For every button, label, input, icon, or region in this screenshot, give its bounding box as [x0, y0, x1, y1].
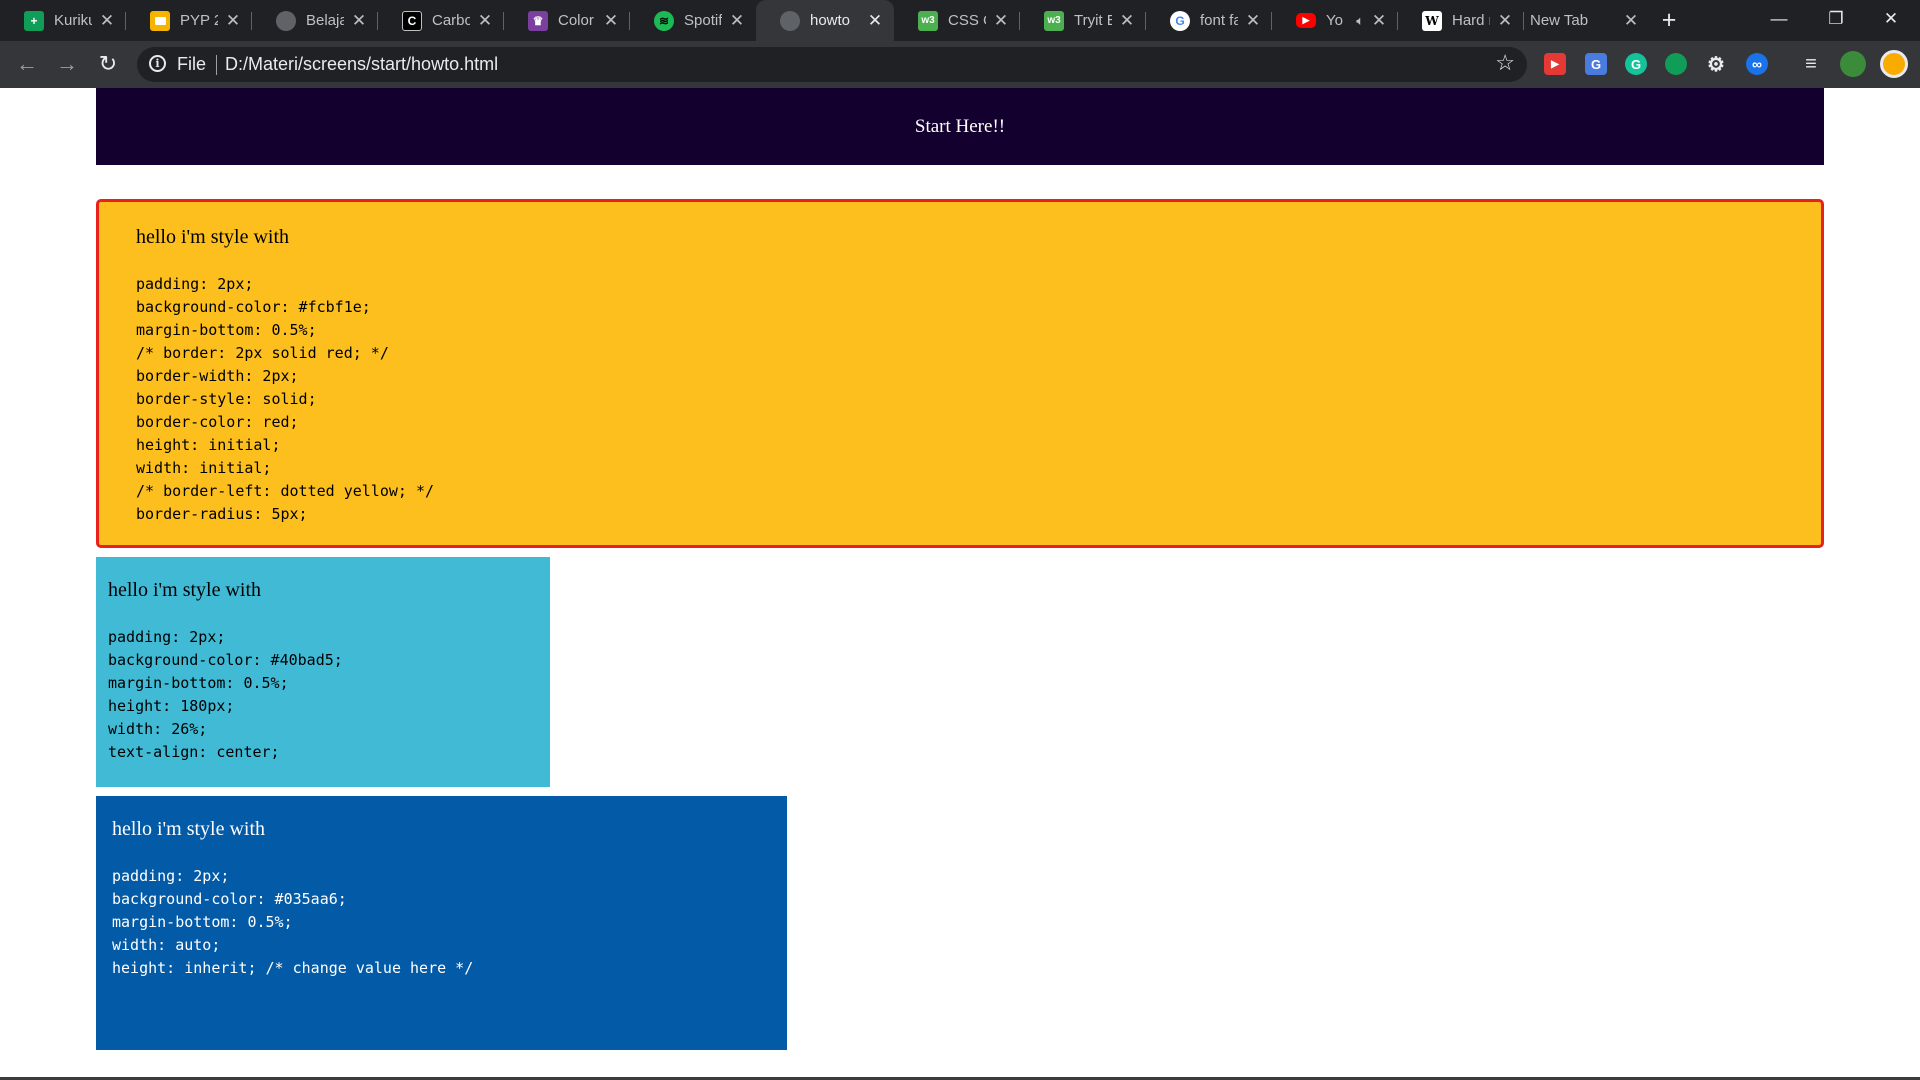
bookmark-star-icon[interactable]: ☆	[1495, 50, 1515, 76]
close-icon[interactable]: ✕	[1622, 11, 1640, 31]
frog-avatar-icon[interactable]	[1840, 51, 1866, 77]
page-header: Start Here!!	[96, 88, 1824, 165]
tab-title: Yo	[1326, 12, 1343, 29]
minimize-button[interactable]: —	[1750, 0, 1808, 41]
address-separator	[216, 55, 217, 75]
w3schools-icon: w3	[918, 10, 938, 31]
globe-icon	[276, 10, 296, 31]
tab-title: Spotify	[684, 12, 722, 29]
tab[interactable]: ≋ Spotify ✕	[630, 0, 756, 41]
scheme-label: File	[177, 54, 207, 74]
info-icon[interactable]: i	[149, 55, 166, 72]
address-bar[interactable]: i File D:/Materi/screens/start/howto.htm…	[137, 47, 1527, 82]
close-icon[interactable]: ✕	[98, 11, 116, 31]
close-icon[interactable]: ✕	[602, 11, 620, 31]
box-code: padding: 2px; background-color: #035aa6;…	[112, 867, 474, 977]
close-icon[interactable]: ✕	[476, 11, 494, 31]
new-tab-button[interactable]: +	[1655, 5, 1683, 35]
tab[interactable]: ▶ Yo 🔈︎ ✕	[1272, 0, 1398, 41]
tab[interactable]: New Tab ✕	[1524, 0, 1650, 41]
tab[interactable]: w3 Tryit Ec ✕	[1020, 0, 1146, 41]
slides-icon-inner	[154, 16, 166, 25]
close-icon[interactable]: ✕	[728, 11, 746, 31]
window-close-button[interactable]: ✕	[1862, 0, 1920, 41]
color-hunt-icon: ♛	[528, 10, 548, 31]
header-title: Start Here!!	[914, 115, 1006, 137]
slides-icon	[150, 10, 170, 31]
close-icon[interactable]: ✕	[866, 11, 884, 31]
tab-title: Tryit Ec	[1074, 12, 1112, 29]
close-icon[interactable]: ✕	[992, 11, 1010, 31]
restore-button[interactable]: ❐	[1807, 0, 1865, 41]
styled-box-blue: hello i'm style with padding: 2px; backg…	[96, 796, 787, 1050]
close-icon[interactable]: ✕	[350, 11, 368, 31]
close-icon[interactable]: ✕	[1118, 11, 1136, 31]
tab-strip: + Kurikul ✕ PYP 20 ✕ Belajar ✕ C Carbon …	[0, 0, 1920, 41]
tab-title: howto	[810, 12, 851, 29]
tab[interactable]: G font fa ✕	[1146, 0, 1272, 41]
box-code: padding: 2px; background-color: #fcbf1e;…	[136, 275, 435, 523]
tab-title: Hard n	[1452, 12, 1490, 29]
reload-button[interactable]: ↻	[93, 49, 123, 79]
styled-box-cyan: hello i'm style with padding: 2px; backg…	[96, 557, 550, 787]
ext-infinity-icon[interactable]: ∞	[1746, 53, 1768, 75]
browser-toolbar: ← → ↻ i File D:/Materi/screens/start/how…	[0, 41, 1920, 88]
tab-title: font fa	[1200, 12, 1238, 29]
speaker-icon[interactable]: 🔈︎	[1356, 13, 1364, 29]
grammarly-icon[interactable]: G	[1625, 53, 1647, 75]
close-icon[interactable]: ✕	[1370, 11, 1388, 31]
spotify-icon: ≋	[654, 10, 674, 31]
tab[interactable]: PYP 20 ✕	[126, 0, 252, 41]
ext-red-icon[interactable]: ▶	[1544, 53, 1566, 75]
youtube-icon: ▶	[1296, 13, 1316, 28]
tab[interactable]: W Hard n ✕	[1398, 0, 1524, 41]
tab-title: Belajar	[306, 12, 344, 29]
tab-title: Kurikul	[54, 12, 92, 29]
box-heading: hello i'm style with	[108, 579, 262, 601]
ext-green-dot-icon[interactable]	[1665, 53, 1687, 75]
tab[interactable]: Belajar ✕	[252, 0, 378, 41]
tab-title: PYP 20	[180, 12, 218, 29]
styled-box-yellow: hello i'm style with padding: 2px; backg…	[96, 199, 1824, 548]
close-icon[interactable]: ✕	[224, 11, 242, 31]
close-icon[interactable]: ✕	[1496, 11, 1514, 31]
forward-button[interactable]: →	[52, 49, 82, 79]
sheets-icon: +	[24, 10, 44, 31]
carbon-icon: C	[402, 10, 422, 31]
w3schools-icon: w3	[1044, 10, 1064, 31]
box-code: padding: 2px; background-color: #40bad5;…	[108, 628, 343, 761]
translate-icon[interactable]: G	[1585, 53, 1607, 75]
tab-title: Color H	[558, 12, 596, 29]
media-queue-icon[interactable]: ≡	[1800, 53, 1822, 75]
gear-icon[interactable]: ⚙	[1705, 53, 1727, 76]
tab[interactable]: ♛ Color H ✕	[504, 0, 630, 41]
tab-title: New Tab	[1530, 12, 1589, 29]
url-text[interactable]: D:/Materi/screens/start/howto.html	[225, 54, 498, 75]
profile-icon[interactable]	[1880, 50, 1908, 78]
box-heading: hello i'm style with	[112, 818, 266, 840]
tab[interactable]: w3 CSS Co ✕	[894, 0, 1020, 41]
back-button[interactable]: ←	[12, 49, 42, 79]
tab[interactable]: C Carbon ✕	[378, 0, 504, 41]
tab-title: CSS Co	[948, 12, 986, 29]
tab-active[interactable]: howto ✕	[756, 0, 894, 41]
tab-title: Carbon	[432, 12, 470, 29]
tab[interactable]: + Kurikul ✕	[0, 0, 126, 41]
close-icon[interactable]: ✕	[1244, 11, 1262, 31]
globe-icon	[780, 10, 800, 31]
box-heading: hello i'm style with	[136, 226, 290, 248]
wikipedia-icon: W	[1422, 10, 1442, 31]
google-icon: G	[1170, 10, 1190, 31]
